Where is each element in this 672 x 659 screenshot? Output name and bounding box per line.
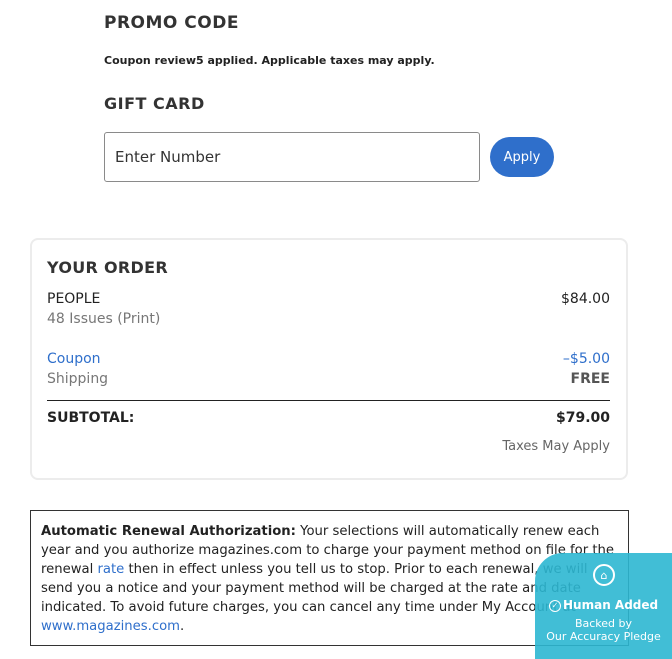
house-icon: ⌂ [593, 564, 615, 586]
shipping-label: Shipping [47, 371, 109, 387]
gift-card-title: GIFT CARD [104, 94, 205, 113]
gift-card-apply-button[interactable]: Apply [490, 137, 554, 177]
promo-code-note: Coupon review5 applied. Applicable taxes… [104, 54, 435, 67]
renewal-text-3: . [180, 619, 185, 634]
promo-code-title: PROMO CODE [104, 13, 239, 33]
coupon-link[interactable]: Coupon [47, 351, 101, 367]
shipping-value: FREE [570, 371, 610, 387]
badge-title: Human Added [563, 598, 659, 612]
badge-heading: ✓ Human Added [549, 598, 658, 612]
item-price: $84.00 [561, 291, 610, 307]
badge-line-2: Our Accuracy Pledge [546, 630, 661, 643]
order-title: YOUR ORDER [47, 258, 168, 277]
badge-line-1: Backed by [574, 617, 633, 630]
item-detail: 48 Issues (Print) [47, 311, 161, 327]
check-circle-icon: ✓ [549, 599, 561, 612]
taxes-note: Taxes May Apply [502, 439, 610, 454]
coupon-discount: –$5.00 [562, 351, 610, 367]
gift-card-number-input[interactable] [104, 132, 480, 182]
subtotal-divider [47, 400, 610, 401]
accuracy-pledge-badge[interactable]: ⌂ ✓ Human Added Backed by Our Accuracy Pl… [535, 553, 672, 659]
rate-link[interactable]: rate [97, 562, 124, 577]
subtotal-label: SUBTOTAL: [47, 410, 135, 426]
renewal-heading: Automatic Renewal Authorization: [41, 524, 296, 539]
subtotal-value: $79.00 [555, 410, 610, 426]
item-name: PEOPLE [47, 291, 101, 307]
magazines-site-link[interactable]: www.magazines.com [41, 619, 180, 634]
badge-subtitle: Backed by Our Accuracy Pledge [535, 617, 672, 643]
